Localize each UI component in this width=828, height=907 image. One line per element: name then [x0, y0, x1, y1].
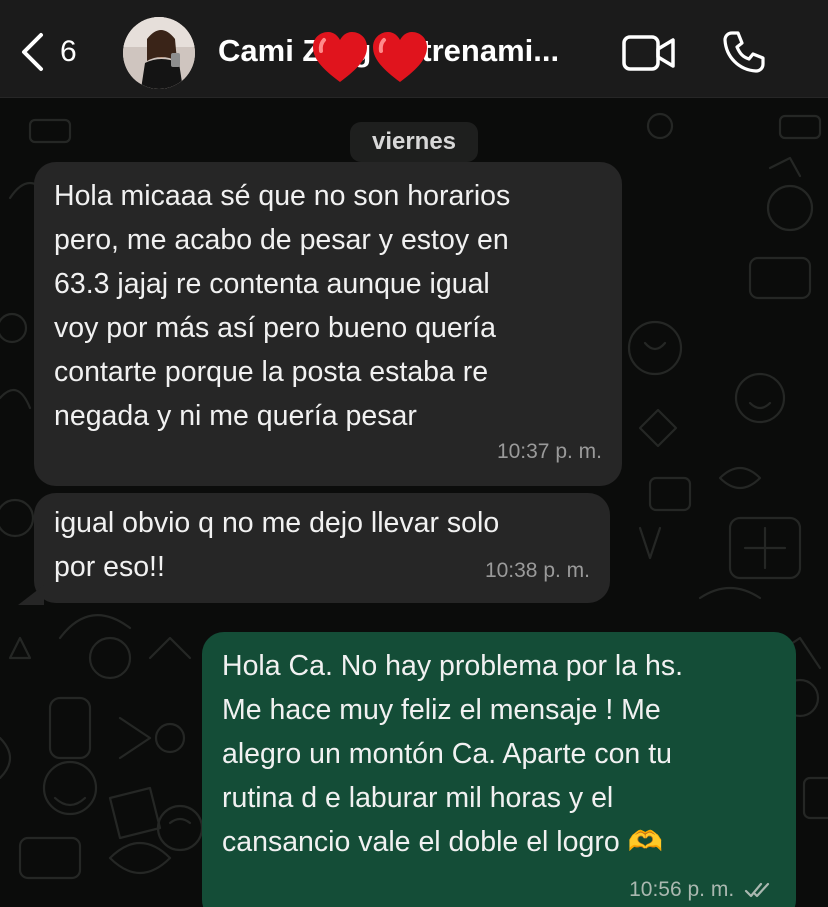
double-check-icon — [744, 883, 770, 898]
incoming-message[interactable]: igual obvio q no me dejo llevar solo por… — [34, 493, 610, 603]
heart-sticker-icon — [373, 32, 427, 82]
back-chevron-icon — [22, 33, 43, 71]
chat-header: 6 Cami Z g ntrenami... — [0, 0, 828, 98]
day-separator: viernes — [350, 122, 478, 162]
message-line: pero, me acabo de pesar y estoy en — [54, 224, 509, 256]
message-line: Hola micaaa sé que no son horarios — [54, 180, 511, 212]
message-text: igual obvio q no me dejo llevar solo por… — [54, 501, 499, 589]
back-button[interactable]: 6 — [20, 30, 100, 74]
message-line: alegro un montón Ca. Aparte con tu — [222, 738, 672, 770]
outgoing-message[interactable]: Hola Ca. No hay problema por la hs. Me h… — [202, 632, 796, 907]
chat-area[interactable]: viernes Hola micaaa sé que no son horari… — [0, 98, 828, 907]
message-line: negada y ni me quería pesar — [54, 400, 417, 432]
message-time: 10:38 p. m. — [484, 559, 590, 582]
message-time-wrap: 10:56 p. m. — [629, 868, 774, 907]
message-line: rutina d e laburar mil horas y el — [222, 782, 614, 814]
message-line: voy por más así pero bueno quería — [54, 312, 497, 344]
message-line: contarte porque la posta estaba re — [54, 356, 489, 388]
message-line: cansancio vale el doble el logro 🫶 — [222, 826, 664, 858]
message-line: igual obvio q no me dejo llevar solo — [54, 507, 500, 539]
message-text: Hola Ca. No hay problema por la hs. Me h… — [222, 644, 683, 864]
message-line: Me hace muy feliz el mensaje ! Me — [222, 694, 661, 726]
message-line: Hola Ca. No hay problema por la hs. — [222, 650, 683, 682]
message-time: 10:37 p. m. — [496, 440, 602, 463]
message-time: 10:56 p. m. — [629, 878, 735, 901]
message-line: 63.3 jajaj re contenta aunque igual — [54, 268, 490, 300]
heart-sticker-icon — [313, 32, 367, 82]
avatar[interactable] — [123, 17, 195, 89]
unread-count: 6 — [60, 35, 77, 68]
message-line: por eso!! — [54, 551, 165, 583]
incoming-message[interactable]: Hola micaaa sé que no son horarios pero,… — [34, 162, 622, 486]
phone-icon[interactable] — [722, 30, 766, 74]
video-call-icon[interactable] — [622, 34, 676, 72]
message-text: Hola micaaa sé que no son horarios pero,… — [54, 174, 510, 438]
